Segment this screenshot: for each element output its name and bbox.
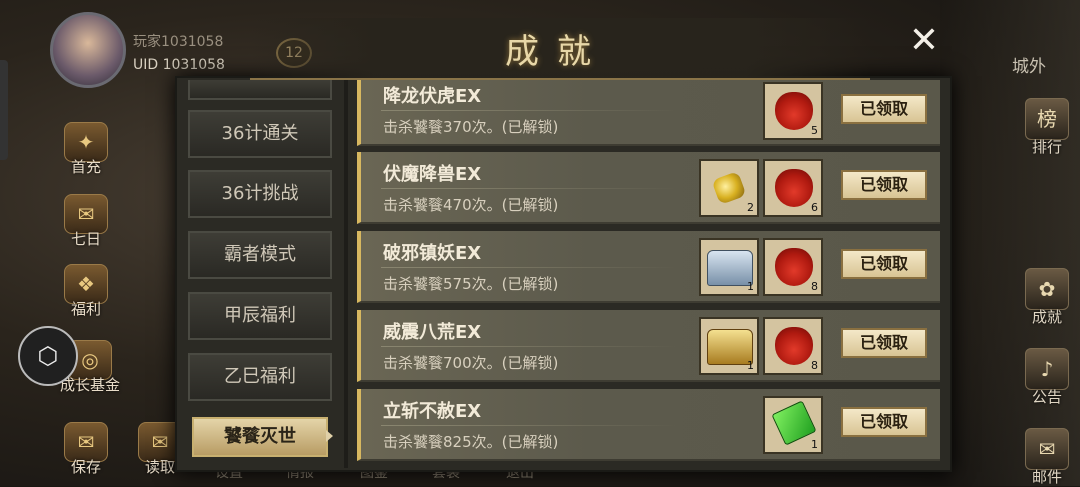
claimed-button[interactable]: 已领取 — [841, 249, 927, 279]
side-button-label: 保存 — [70, 458, 101, 476]
mail-icon: ✉ — [1025, 428, 1069, 470]
close-button[interactable]: ✕ — [904, 22, 944, 62]
active-tab-arrow-icon — [326, 430, 333, 442]
achievement-desc: 击杀饕餮700次。(已解锁) — [383, 354, 559, 372]
reward-count: 5 — [811, 124, 818, 137]
reward-item[interactable]: 6 — [763, 159, 823, 217]
achievement-desc: 击杀饕餮825次。(已解锁) — [383, 433, 559, 451]
horn-icon: ♪ — [1025, 348, 1069, 390]
tab-partial-top[interactable] — [188, 80, 332, 100]
red-bag-icon — [775, 169, 813, 207]
achievement-title: 破邪镇妖EX — [383, 243, 482, 264]
reward-item[interactable]: 1 — [763, 396, 823, 454]
side-button-welfare[interactable]: ❖ 福利 — [56, 264, 116, 324]
achievement-title: 降龙伏虎EX — [383, 86, 482, 107]
achievement-row: 伏魔降兽EX 击杀饕餮470次。(已解锁) 2 6 已领取 — [357, 152, 940, 224]
row-divider — [381, 267, 681, 268]
reward-count: 6 — [811, 201, 818, 214]
claimed-button[interactable]: 已领取 — [841, 407, 927, 437]
achievement-row: 立斩不赦EX 击杀饕餮825次。(已解锁) 1 已领取 — [357, 389, 940, 461]
achievement-title: 伏魔降兽EX — [383, 164, 482, 185]
tab-jiachen-welfare[interactable]: 甲辰福利 — [188, 292, 332, 340]
right-button-label: 排行 — [1031, 138, 1062, 156]
claimed-button[interactable]: 已领取 — [841, 170, 927, 200]
reward-count: 1 — [811, 438, 818, 451]
floating-assistant-button[interactable]: ⬡ — [18, 326, 78, 386]
side-button-label: 首充 — [70, 158, 101, 176]
reward-item[interactable]: 1 — [699, 317, 759, 375]
claimed-button[interactable]: 已领取 — [841, 94, 927, 124]
row-divider — [381, 110, 681, 111]
tab-taotie-doom[interactable]: 饕餮灭世 — [192, 417, 328, 457]
row-divider — [381, 425, 681, 426]
reward-count: 1 — [747, 359, 754, 372]
reward-item[interactable]: 1 — [699, 238, 759, 296]
achievement-desc: 击杀饕餮370次。(已解锁) — [383, 118, 559, 136]
screen-edge-handle — [0, 60, 8, 160]
reward-item[interactable]: 8 — [763, 238, 823, 296]
right-button-ranking[interactable]: 榜 排行 — [1012, 98, 1080, 157]
player-avatar[interactable] — [50, 12, 126, 88]
red-bag-icon — [775, 92, 813, 130]
achievement-desc: 击杀饕餮470次。(已解锁) — [383, 196, 559, 214]
row-divider — [381, 346, 681, 347]
side-button-first-recharge[interactable]: ✦ 首充 — [56, 122, 116, 182]
player-name: 玩家1031058 — [133, 34, 224, 50]
green-book-icon — [771, 400, 817, 446]
tab-36-clear[interactable]: 36计通关 — [188, 110, 332, 158]
player-uid: UID 1031058 — [133, 57, 225, 73]
panel-title: 成就 — [505, 32, 609, 72]
side-button-label: 福利 — [70, 300, 101, 318]
right-button-mail[interactable]: ✉ 邮件 — [1012, 428, 1080, 487]
outside-city-button[interactable]: 城外 — [1012, 52, 1046, 77]
achievement-row: 破邪镇妖EX 击杀饕餮575次。(已解锁) 1 8 已领取 — [357, 231, 940, 303]
tab-36-challenge[interactable]: 36计挑战 — [188, 170, 332, 218]
gold-ingot-icon — [711, 170, 747, 206]
background-right-shade — [940, 0, 1080, 486]
achievement-row: 降龙伏虎EX 击杀饕餮370次。(已解锁) 5 已领取 — [357, 80, 940, 146]
claimed-button[interactable]: 已领取 — [841, 328, 927, 358]
right-button-label: 成就 — [1031, 308, 1062, 326]
right-button-label: 邮件 — [1031, 468, 1062, 486]
tab-yisi-welfare[interactable]: 乙巳福利 — [188, 353, 332, 401]
reward-count: 2 — [747, 201, 754, 214]
reward-count: 8 — [811, 280, 818, 293]
reward-count: 8 — [811, 359, 818, 372]
red-bag-icon — [775, 327, 813, 365]
side-button-save[interactable]: ✉ 保存 — [56, 422, 116, 482]
red-bag-icon — [775, 248, 813, 286]
reward-item[interactable]: 8 — [763, 317, 823, 375]
achievement-row: 威震八荒EX 击杀饕餮700次。(已解锁) 1 8 已领取 — [357, 310, 940, 382]
reward-item[interactable]: 5 — [763, 82, 823, 140]
cube-icon: ⬡ — [37, 342, 59, 370]
rank-icon: 榜 — [1025, 98, 1069, 140]
achievement-title: 威震八荒EX — [383, 322, 482, 343]
right-button-achievement[interactable]: ✿ 成就 — [1012, 268, 1080, 327]
side-button-label: 七日 — [70, 230, 101, 248]
right-button-label: 公告 — [1031, 388, 1062, 406]
panel-divider — [344, 80, 348, 468]
tab-overlord-mode[interactable]: 霸者模式 — [188, 231, 332, 279]
achievement-title: 立斩不赦EX — [383, 401, 482, 422]
reward-item[interactable]: 2 — [699, 159, 759, 217]
reward-count: 1 — [747, 280, 754, 293]
achievement-desc: 击杀饕餮575次。(已解锁) — [383, 275, 559, 293]
side-button-seven-days[interactable]: ✉ 七日 — [56, 194, 116, 254]
row-divider — [381, 188, 681, 189]
achievement-icon: ✿ — [1025, 268, 1069, 310]
right-button-announcement[interactable]: ♪ 公告 — [1012, 348, 1080, 407]
